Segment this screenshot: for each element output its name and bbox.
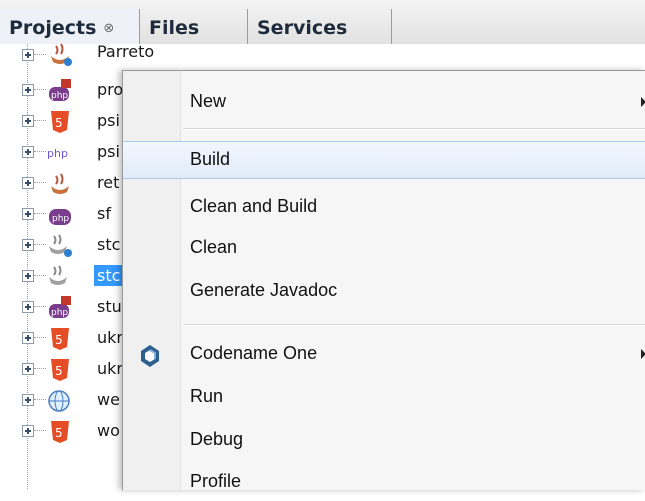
tree-item-label: stu: [97, 297, 122, 316]
menu-item-label: Generate Javadoc: [190, 280, 338, 300]
expand-icon[interactable]: [22, 270, 34, 282]
tree-item-label: sf: [97, 204, 111, 223]
expand-icon[interactable]: [22, 146, 34, 158]
menu-item-clean-and-build[interactable]: Clean and Build: [123, 188, 645, 226]
html5-project-icon: 5: [51, 359, 69, 381]
svg-text:5: 5: [55, 333, 63, 347]
expand-icon[interactable]: [22, 363, 34, 375]
html5-project-icon: 5: [51, 421, 69, 443]
svg-text:5: 5: [55, 364, 63, 378]
menu-item-build[interactable]: Build: [123, 141, 645, 179]
expand-icon[interactable]: [22, 49, 34, 61]
html5-project-icon: 5: [51, 111, 69, 133]
close-icon[interactable]: ⊗: [103, 21, 114, 36]
tree-connector: [34, 275, 46, 276]
menu-item-label: Clean: [190, 237, 238, 257]
svg-text:5: 5: [55, 426, 63, 440]
tree-item-label: stc: [97, 235, 121, 254]
menu-item-label: Build: [190, 149, 231, 169]
menu-separator: [183, 128, 645, 130]
php-project-icon: php: [49, 209, 71, 225]
expand-icon[interactable]: [22, 84, 34, 96]
menu-item-profile[interactable]: Profile: [123, 463, 645, 501]
expand-icon[interactable]: [22, 115, 34, 127]
menu-item-clean[interactable]: Clean: [123, 229, 645, 267]
menu-item-debug[interactable]: Debug: [123, 421, 645, 459]
tree-item-label: ret: [97, 173, 120, 192]
menu-item-label: New: [190, 91, 227, 111]
tree-connector: [34, 337, 46, 338]
tree-connector: [34, 54, 46, 55]
tree-item-label: psi: [97, 111, 120, 130]
tree-item-label: we: [97, 390, 120, 409]
tree-connector: [34, 306, 46, 307]
menu-item-label: Run: [190, 386, 224, 406]
java-project-icon: [49, 265, 67, 285]
menu-separator: [183, 324, 645, 326]
menu-item-label: Debug: [190, 429, 244, 449]
tab-bar: Projects ⊗ Files Services: [0, 0, 645, 45]
svg-text:php: php: [47, 147, 68, 160]
expand-icon[interactable]: [22, 177, 34, 189]
tree-item-label-selected: stc: [94, 265, 124, 286]
tab-files[interactable]: Files: [140, 9, 248, 44]
svg-text:php: php: [52, 214, 69, 224]
tree-connector: [34, 182, 46, 183]
tree-item-label: Parreto: [97, 42, 155, 61]
svg-text:5: 5: [55, 116, 63, 130]
tree-connector: [34, 430, 46, 431]
tree-connector: [34, 151, 46, 152]
java-project-icon: [49, 234, 72, 257]
submenu-arrow-icon: [641, 349, 645, 359]
php-project-icon: php: [47, 147, 68, 160]
context-menu: New Build Clean and Build Clean Generate…: [122, 70, 645, 491]
tab-services[interactable]: Services: [248, 9, 392, 44]
tree-item-label: psi: [97, 142, 120, 161]
menu-item-new[interactable]: New: [123, 83, 645, 121]
menu-item-label: Codename One: [190, 343, 318, 363]
menu-item-generate-javadoc[interactable]: Generate Javadoc: [123, 272, 645, 310]
tree-connector: [34, 213, 46, 214]
tab-services-label: Services: [257, 17, 348, 39]
menu-item-codename-one[interactable]: Codename One: [123, 335, 645, 373]
tab-projects-label: Projects: [9, 17, 97, 39]
tab-projects[interactable]: Projects ⊗: [0, 9, 140, 44]
codename-one-icon: [141, 345, 159, 367]
web-project-icon: [48, 390, 70, 412]
expand-icon[interactable]: [22, 394, 34, 406]
menu-item-run[interactable]: Run: [123, 378, 645, 416]
expand-icon[interactable]: [22, 425, 34, 437]
tree-connector: [34, 368, 46, 369]
tree-connector: [34, 399, 46, 400]
expand-icon[interactable]: [22, 301, 34, 313]
expand-icon[interactable]: [22, 239, 34, 251]
tab-files-label: Files: [149, 17, 200, 39]
tree-connector: [34, 89, 46, 90]
tree-item-label: wo: [97, 421, 120, 440]
svg-text:php: php: [51, 91, 68, 101]
menu-item-label: Clean and Build: [190, 196, 318, 216]
submenu-arrow-icon: [641, 97, 645, 107]
expand-icon[interactable]: [22, 208, 34, 220]
svg-text:php: php: [51, 308, 68, 318]
php-project-icon: php: [49, 296, 71, 318]
expand-icon[interactable]: [22, 332, 34, 344]
java-project-icon: [51, 173, 69, 194]
java-project-icon: [51, 43, 72, 66]
tree-connector: [34, 120, 46, 121]
tree-connector: [34, 244, 46, 245]
php-project-icon: php: [49, 79, 71, 101]
html5-project-icon: 5: [51, 328, 69, 350]
